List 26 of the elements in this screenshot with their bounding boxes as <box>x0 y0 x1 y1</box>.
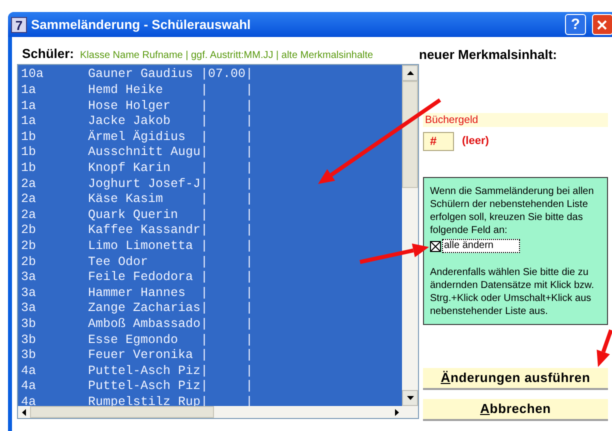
all-checkbox[interactable] <box>430 240 441 252</box>
close-icon <box>596 18 608 30</box>
close-button[interactable] <box>592 14 612 35</box>
info-text: Anderenfalls wählen Sie bitte die zu ändernden Datensätze mit Klick bzw. Strg.+Klick oder Umschalt+Klick aus nebenstehender Liste aus. <box>430 266 595 318</box>
help-button[interactable]: ? <box>565 14 586 35</box>
horizontal-scrollbar[interactable] <box>18 406 403 418</box>
value-field[interactable]: # <box>423 132 454 151</box>
window-title: Sammeländerung - Schülerauswahl <box>31 16 251 34</box>
left-arrow-icon <box>22 408 26 416</box>
columns-hint: Klasse Name Rufname | ggf. Austritt:MM.JJ | alte Merkmalsinhalte <box>80 49 374 63</box>
panel-heading: neuer Merkmalsinhalt: <box>419 46 558 63</box>
info-text: Wenn die Sammeländerung bei allen Schülern der nebenstehenden Liste erfolgen soll, kreuzen Sie bitte das folgende Feld an: <box>430 185 595 237</box>
checkbox-label[interactable]: alle ändern <box>442 239 520 253</box>
right-arrow-icon <box>395 408 399 416</box>
arrow-drawing <box>360 244 429 264</box>
vertical-scrollbar[interactable] <box>402 65 418 418</box>
down-arrow-icon <box>406 396 414 400</box>
app-icon: 7 <box>11 16 27 32</box>
attribute-name: Büchergeld <box>423 113 608 127</box>
empty-value-hint: (leer) <box>462 134 489 150</box>
up-arrow-icon <box>406 71 414 75</box>
arrow-drawing <box>596 329 612 367</box>
action-button[interactable]: Änderungen ausführen <box>423 368 608 390</box>
cross-icon <box>431 242 440 250</box>
list-label: Schüler: <box>22 45 74 63</box>
action-button[interactable]: Abbrechen <box>423 399 608 421</box>
